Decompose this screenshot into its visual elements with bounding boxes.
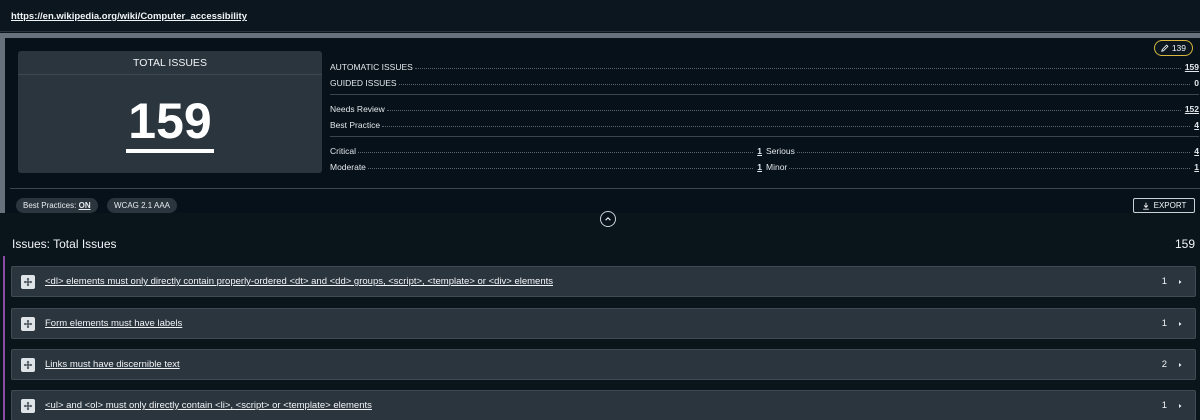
- issue-title-link[interactable]: <dl> elements must only directly contain…: [45, 276, 553, 287]
- stats-divider: [330, 136, 1199, 137]
- total-issues-title: TOTAL ISSUES: [18, 51, 322, 75]
- chevron-right-icon[interactable]: [1176, 360, 1184, 370]
- best-practices-chip-label: Best Practices:: [23, 201, 77, 210]
- page-url-link[interactable]: https://en.wikipedia.org/wiki/Computer_a…: [11, 11, 247, 22]
- edit-count-value: 139: [1171, 42, 1186, 53]
- edit-count-pill[interactable]: 139: [1153, 40, 1193, 56]
- move-icon: [21, 358, 35, 372]
- issues-heading: Issues: Total Issues: [12, 237, 117, 251]
- best-practice-label: Best Practice: [330, 120, 381, 130]
- wcag-chip[interactable]: WCAG 2.1 AAA: [107, 198, 178, 213]
- minor-value[interactable]: 1: [1194, 162, 1199, 172]
- automatic-issues-label: AUTOMATIC ISSUES: [330, 62, 413, 72]
- needs-review-row: Needs Review 152: [330, 100, 1199, 114]
- side-accent-line: [3, 256, 5, 420]
- issue-row[interactable]: <dl> elements must only directly contain…: [11, 266, 1196, 297]
- automatic-issues-value[interactable]: 159: [1185, 62, 1199, 72]
- automatic-issues-row: AUTOMATIC ISSUES 159: [330, 58, 1199, 72]
- best-practice-value[interactable]: 4: [1194, 120, 1199, 130]
- download-icon: [1142, 202, 1149, 210]
- chevron-up-icon: [605, 217, 611, 221]
- chevron-right-icon[interactable]: [1176, 319, 1184, 329]
- best-practices-chip[interactable]: Best Practices: ON: [16, 198, 98, 213]
- serious-value[interactable]: 4: [1194, 146, 1199, 156]
- minor-label: Minor: [766, 162, 788, 172]
- minor-row: Minor 1: [766, 158, 1199, 172]
- serious-row: Serious 4: [766, 142, 1199, 156]
- move-icon: [21, 275, 35, 289]
- issue-title-link[interactable]: <ul> and <ol> must only directly contain…: [45, 400, 372, 411]
- issue-row[interactable]: <ul> and <ol> must only directly contain…: [11, 390, 1196, 420]
- total-issues-card: TOTAL ISSUES 159: [18, 51, 322, 173]
- moderate-label: Moderate: [330, 162, 366, 172]
- issue-title-link[interactable]: Form elements must have labels: [45, 318, 182, 329]
- best-practice-row: Best Practice 4: [330, 116, 1199, 130]
- move-icon: [21, 317, 35, 331]
- export-label: EXPORT: [1153, 201, 1187, 210]
- issue-title-link[interactable]: Links must have discernible text: [45, 359, 180, 370]
- total-issues-value[interactable]: 159: [18, 93, 322, 153]
- issue-count: 1: [1161, 318, 1167, 329]
- moderate-row: Moderate 1: [330, 158, 762, 172]
- moderate-value[interactable]: 1: [757, 162, 762, 172]
- guided-issues-label: GUIDED ISSUES: [330, 78, 397, 88]
- chevron-right-icon[interactable]: [1176, 277, 1184, 287]
- serious-label: Serious: [766, 146, 795, 156]
- needs-review-value[interactable]: 152: [1185, 104, 1199, 114]
- collapse-summary-button[interactable]: [600, 211, 616, 227]
- critical-label: Critical: [330, 146, 356, 156]
- issue-count: 2: [1161, 359, 1167, 370]
- stats-divider: [330, 94, 1199, 95]
- issue-row[interactable]: Links must have discernible text 2: [11, 349, 1196, 380]
- issue-count: 1: [1161, 400, 1167, 411]
- url-bar: https://en.wikipedia.org/wiki/Computer_a…: [0, 0, 1200, 32]
- needs-review-label: Needs Review: [330, 104, 385, 114]
- critical-value[interactable]: 1: [757, 146, 762, 156]
- issue-count: 1: [1161, 276, 1167, 287]
- critical-row: Critical 1: [330, 142, 762, 156]
- issues-total-count: 159: [1174, 237, 1195, 251]
- pencil-icon: [1160, 44, 1169, 52]
- guided-issues-row: GUIDED ISSUES 0: [330, 74, 1199, 88]
- guided-issues-value: 0: [1194, 78, 1199, 88]
- summary-panel: 139 TOTAL ISSUES 159 AUTOMATIC ISSUES 15…: [0, 33, 1200, 213]
- move-icon: [21, 399, 35, 413]
- export-button[interactable]: EXPORT: [1133, 198, 1195, 213]
- summary-footer-divider: [10, 188, 1200, 189]
- issue-row[interactable]: Form elements must have labels 1: [11, 308, 1196, 339]
- best-practices-chip-value[interactable]: ON: [79, 201, 91, 210]
- chevron-right-icon[interactable]: [1176, 401, 1184, 411]
